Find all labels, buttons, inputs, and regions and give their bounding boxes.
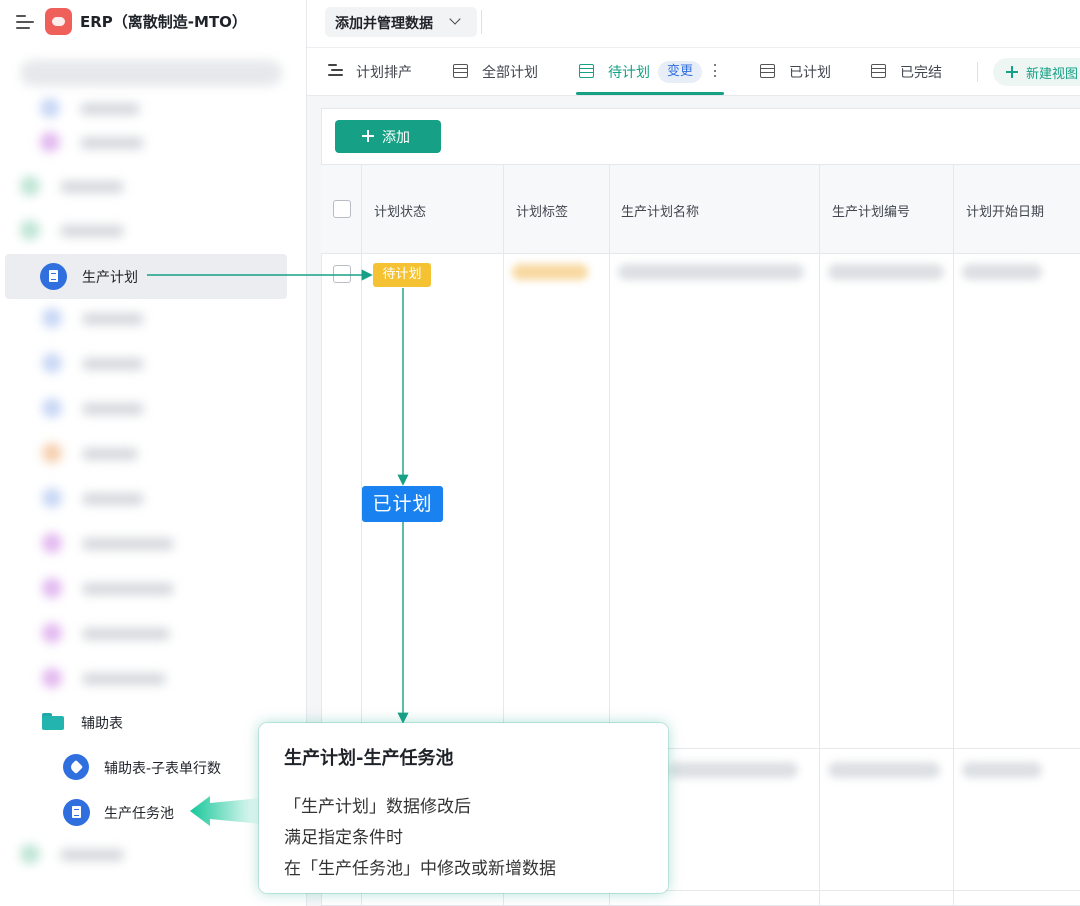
blurred-cell — [668, 762, 798, 778]
more-options-icon[interactable] — [713, 63, 717, 79]
blurred-cell — [618, 264, 804, 280]
blurred-nav-item — [0, 574, 300, 604]
tab-planned[interactable]: 已计划 — [742, 48, 852, 96]
select-all-checkbox[interactable] — [333, 200, 351, 218]
column-header-tag[interactable]: 计划标签 — [516, 201, 568, 220]
folder-icon — [42, 713, 64, 730]
blurred-nav-item — [0, 216, 300, 246]
sidebar-item-label: 生产计划 — [82, 270, 138, 286]
app-header: ERP（离散制造-MTO） — [0, 0, 307, 44]
blurred-nav-item — [0, 172, 300, 202]
document-icon — [40, 263, 67, 290]
tab-pending[interactable]: 待计划 — [562, 48, 727, 96]
tab-label: 已计划 — [789, 65, 831, 81]
sidebar-item-task-pool[interactable]: 生产任务池 — [0, 795, 300, 829]
tab-schedule[interactable]: 计划排产 — [307, 48, 432, 96]
add-manage-data-button[interactable]: 添加并管理数据 — [325, 7, 477, 37]
callout-line: 「生产计划」数据修改后 — [284, 797, 471, 817]
collapse-sidebar-icon[interactable] — [16, 14, 34, 30]
sidebar-item-auxiliary-subform[interactable]: 辅助表-子表单行数 — [0, 750, 300, 784]
blurred-nav-item — [0, 304, 300, 334]
blurred-nav-item — [0, 439, 300, 469]
tag-icon — [63, 754, 89, 780]
add-manage-data-label: 添加并管理数据 — [335, 16, 433, 32]
sidebar-item-label: 辅助表-子表单行数 — [104, 761, 222, 777]
blurred-nav-item — [0, 529, 300, 559]
table-icon — [760, 64, 775, 78]
column-header-plan-name[interactable]: 生产计划名称 — [621, 201, 699, 220]
tab-completed[interactable]: 已完结 — [852, 48, 972, 96]
top-bar: 添加并管理数据 — [307, 0, 1080, 48]
blurred-nav-item — [0, 94, 300, 124]
blurred-nav-item — [0, 619, 300, 649]
new-view-button[interactable]: 新建视图 — [993, 58, 1080, 86]
tab-label: 待计划 — [608, 65, 650, 81]
view-tabs: 计划排产 全部计划 待计划 变更 已计划 已完结 新建视图 — [307, 48, 1080, 96]
active-tab-indicator — [576, 92, 724, 95]
tab-all-plans[interactable]: 全部计划 — [432, 48, 562, 96]
callout-title: 生产计划-生产任务池 — [284, 748, 454, 769]
plus-icon — [1006, 66, 1018, 78]
blurred-nav-item — [0, 840, 300, 870]
blurred-nav-item — [0, 349, 300, 379]
sidebar-folder-auxiliary[interactable]: 辅助表 — [0, 705, 300, 739]
blurred-nav-item — [0, 394, 300, 424]
divider — [977, 62, 978, 82]
status-tag-pending: 待计划 — [373, 263, 431, 287]
blurred-nav-item — [0, 128, 300, 158]
document-icon — [63, 799, 90, 826]
tab-label: 全部计划 — [482, 65, 538, 81]
sidebar-item-label: 生产任务池 — [104, 806, 174, 822]
column-header-start-date[interactable]: 计划开始日期 — [966, 201, 1044, 220]
callout-line: 在「生产任务池」中修改或新增数据 — [284, 859, 556, 879]
blurred-cell — [512, 264, 588, 280]
change-badge: 变更 — [658, 61, 702, 83]
chevron-down-icon — [449, 13, 461, 25]
column-header-status[interactable]: 计划状态 — [374, 201, 426, 220]
callout-line: 满足指定条件时 — [284, 828, 403, 848]
column-header-plan-number[interactable]: 生产计划编号 — [832, 201, 910, 220]
callout-box: 生产计划-生产任务池 「生产计划」数据修改后 满足指定条件时 在「生产任务池」中… — [259, 723, 668, 893]
sidebar-folder-label: 辅助表 — [81, 716, 123, 732]
table-icon — [453, 64, 468, 78]
app-title: ERP（离散制造-MTO） — [80, 13, 247, 31]
plus-icon — [362, 130, 374, 142]
add-record-label: 添加 — [382, 130, 410, 146]
divider — [481, 10, 482, 34]
blurred-nav-item — [0, 664, 300, 694]
new-view-label: 新建视图 — [1026, 67, 1079, 82]
sidebar-item-production-plan[interactable]: 生产计划 — [5, 254, 287, 299]
tab-label: 计划排产 — [356, 65, 412, 81]
blurred-nav-item — [0, 484, 300, 514]
planned-status-label: 已计划 — [362, 486, 443, 522]
add-record-button[interactable]: 添加 — [335, 120, 441, 153]
gantt-icon — [328, 64, 343, 77]
blurred-search-box — [20, 60, 282, 86]
blurred-cell — [828, 762, 940, 778]
row-checkbox[interactable] — [333, 265, 351, 283]
blurred-cell — [828, 264, 944, 280]
tab-label: 已完结 — [900, 65, 942, 81]
table-icon — [579, 64, 594, 78]
app-logo — [45, 8, 72, 35]
blurred-cell — [962, 264, 1042, 280]
table-icon — [871, 64, 886, 78]
blurred-cell — [962, 762, 1042, 778]
